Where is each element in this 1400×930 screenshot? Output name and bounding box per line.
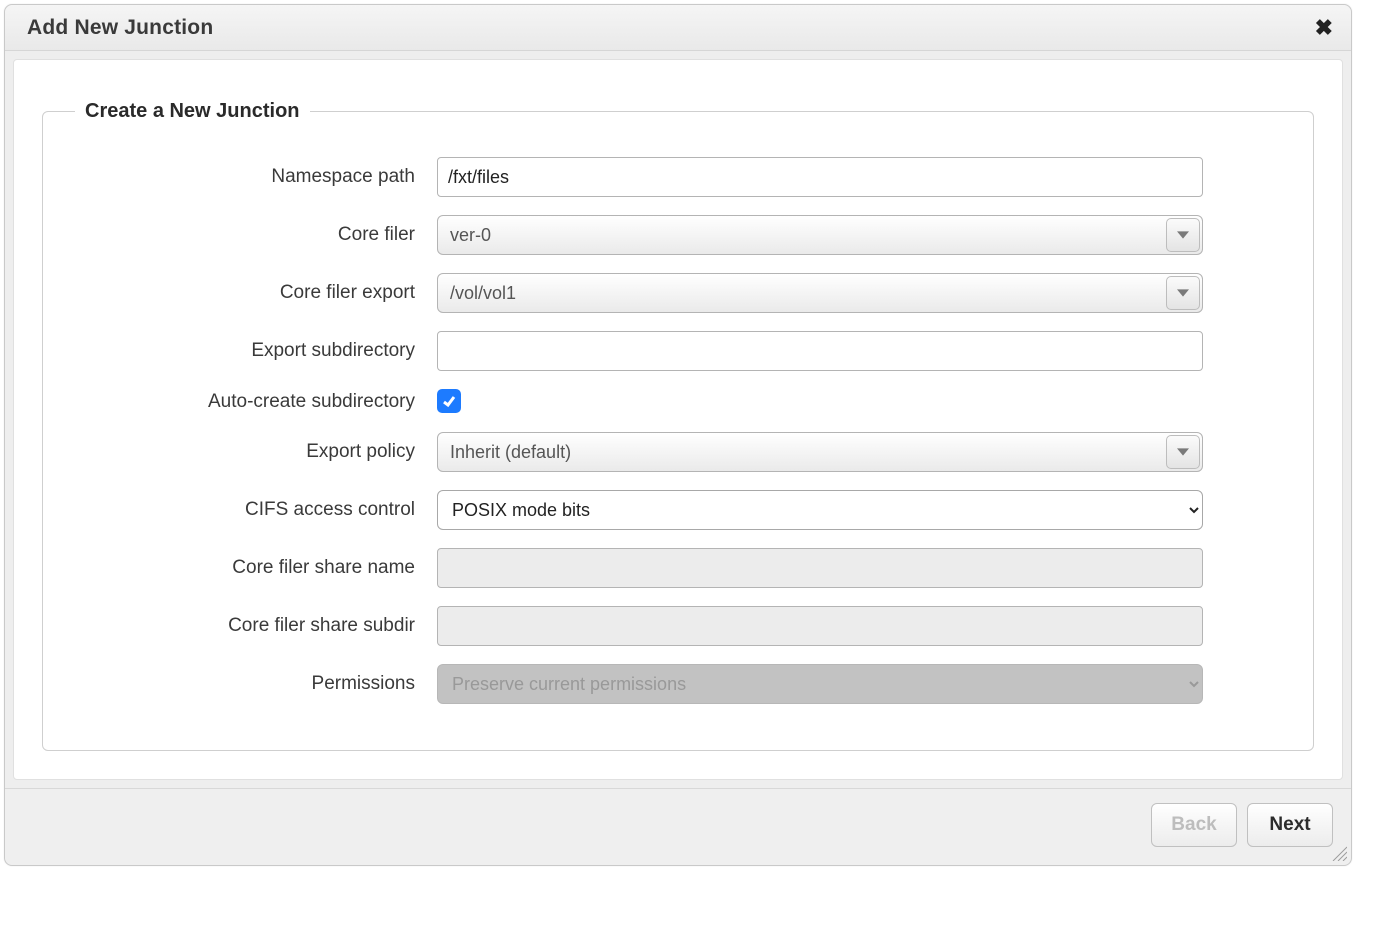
export-subdir-input[interactable]: [437, 331, 1203, 371]
share-subdir-label: Core filer share subdir: [67, 615, 437, 637]
core-filer-label: Core filer: [67, 224, 437, 246]
back-button: Back: [1151, 803, 1237, 847]
dialog-titlebar: Add New Junction ✖: [5, 5, 1351, 51]
namespace-path-input[interactable]: [437, 157, 1203, 197]
core-filer-value: ver-0: [450, 225, 1164, 246]
core-filer-export-label: Core filer export: [67, 282, 437, 304]
close-icon[interactable]: ✖: [1311, 13, 1337, 43]
share-subdir-input: [437, 606, 1203, 646]
add-new-junction-dialog: Add New Junction ✖ Create a New Junction…: [4, 4, 1352, 866]
create-junction-fieldset: Create a New Junction Namespace path Cor…: [42, 100, 1314, 751]
export-policy-value: Inherit (default): [450, 442, 1164, 463]
dialog-footer: Back Next: [5, 788, 1351, 865]
core-filer-export-value: /vol/vol1: [450, 283, 1164, 304]
chevron-down-icon: [1166, 218, 1200, 252]
core-filer-export-select[interactable]: /vol/vol1: [437, 273, 1203, 313]
next-button[interactable]: Next: [1247, 803, 1333, 847]
core-filer-select[interactable]: ver-0: [437, 215, 1203, 255]
cifs-access-select[interactable]: POSIX mode bits: [437, 490, 1203, 530]
chevron-down-icon: [1166, 435, 1200, 469]
permissions-label: Permissions: [67, 673, 437, 695]
permissions-select: Preserve current permissions: [437, 664, 1203, 704]
export-policy-label: Export policy: [67, 441, 437, 463]
export-policy-select[interactable]: Inherit (default): [437, 432, 1203, 472]
export-subdir-label: Export subdirectory: [67, 340, 437, 362]
fieldset-legend: Create a New Junction: [75, 100, 310, 123]
auto-create-checkbox[interactable]: [437, 389, 461, 413]
auto-create-label: Auto-create subdirectory: [67, 391, 437, 413]
dialog-body: Create a New Junction Namespace path Cor…: [13, 59, 1343, 780]
dialog-title: Add New Junction: [27, 16, 213, 40]
cifs-access-label: CIFS access control: [67, 499, 437, 521]
share-name-input: [437, 548, 1203, 588]
chevron-down-icon: [1166, 276, 1200, 310]
share-name-label: Core filer share name: [67, 557, 437, 579]
namespace-path-label: Namespace path: [67, 166, 437, 188]
